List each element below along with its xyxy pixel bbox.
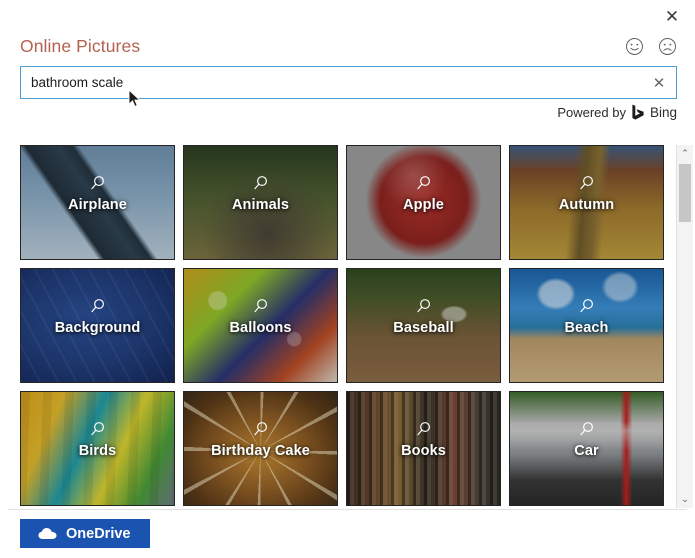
picture-tile[interactable]: Apple bbox=[346, 145, 501, 260]
clear-search-icon[interactable]: ✕ bbox=[642, 67, 676, 98]
picture-tile[interactable]: Baseball bbox=[346, 268, 501, 383]
tile-overlay bbox=[184, 269, 337, 382]
footer-divider bbox=[8, 509, 687, 510]
smiley-happy-icon[interactable] bbox=[625, 37, 644, 56]
tile-overlay bbox=[21, 269, 174, 382]
bing-label: Bing bbox=[649, 104, 677, 120]
tile-overlay bbox=[347, 146, 500, 259]
picture-tile[interactable]: Birthday Cake bbox=[183, 391, 338, 506]
scrollbar-track[interactable] bbox=[677, 162, 693, 491]
tile-overlay bbox=[184, 146, 337, 259]
tile-overlay bbox=[347, 269, 500, 382]
tile-overlay bbox=[184, 392, 337, 505]
onedrive-label: OneDrive bbox=[66, 525, 131, 542]
page-title: Online Pictures bbox=[20, 35, 141, 56]
onedrive-button[interactable]: OneDrive bbox=[20, 519, 150, 548]
bing-logo-icon bbox=[632, 104, 644, 120]
tile-overlay bbox=[21, 392, 174, 505]
search-input[interactable] bbox=[21, 67, 642, 98]
powered-by-label: Powered by bbox=[557, 104, 626, 120]
picture-tile[interactable]: Autumn bbox=[509, 145, 664, 260]
results-scrollbar[interactable]: ⌃ ⌄ bbox=[676, 145, 693, 508]
picture-tile[interactable]: Animals bbox=[183, 145, 338, 260]
picture-tile[interactable]: Birds bbox=[20, 391, 175, 506]
online-pictures-dialog: ✕ Online Pictures bathroom scale ✕ Power… bbox=[0, 0, 695, 558]
powered-by-bing: Powered by Bing bbox=[557, 104, 677, 120]
dialog-header: Online Pictures bbox=[20, 33, 677, 59]
tile-overlay bbox=[347, 392, 500, 505]
picture-tile[interactable]: Airplane bbox=[20, 145, 175, 260]
picture-results-grid: Airplane Animals Apple Autumn Background Ball… bbox=[20, 145, 672, 508]
feedback-group bbox=[625, 37, 677, 56]
scrollbar-thumb[interactable] bbox=[679, 164, 691, 222]
close-icon[interactable]: ✕ bbox=[659, 4, 685, 28]
smiley-sad-icon[interactable] bbox=[658, 37, 677, 56]
picture-tile[interactable]: Car bbox=[509, 391, 664, 506]
picture-tile[interactable]: Beach bbox=[509, 268, 664, 383]
scroll-up-arrow-icon[interactable]: ⌃ bbox=[677, 145, 693, 162]
tile-overlay bbox=[510, 269, 663, 382]
picture-tile[interactable]: Background bbox=[20, 268, 175, 383]
search-box[interactable]: ✕ bbox=[20, 66, 677, 99]
tile-overlay bbox=[510, 146, 663, 259]
cloud-icon bbox=[38, 527, 57, 540]
picture-tile[interactable]: Books bbox=[346, 391, 501, 506]
scroll-down-arrow-icon[interactable]: ⌄ bbox=[677, 491, 693, 508]
picture-tile[interactable]: Balloons bbox=[183, 268, 338, 383]
tile-overlay bbox=[510, 392, 663, 505]
tile-overlay bbox=[21, 146, 174, 259]
